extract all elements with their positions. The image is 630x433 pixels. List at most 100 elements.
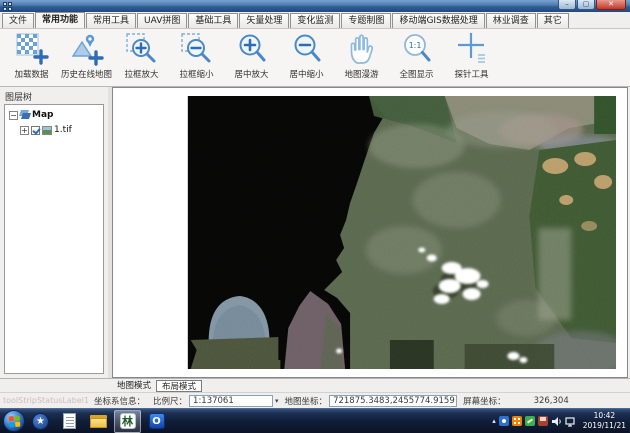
app-window: – ▢ ✕ 文件 常用功能 常用工具 UAV拼图 基础工具 矢量处理 变化监测 … [0,0,630,433]
tab-uav-mosaic[interactable]: UAV拼图 [137,13,187,28]
layout-mode-tab[interactable]: 布局模式 [156,380,202,392]
window-controls: – ▢ ✕ [558,0,626,10]
menu-tab-bar: 文件 常用功能 常用工具 UAV拼图 基础工具 矢量处理 变化监测 专题制图 移… [0,12,630,29]
load-data-button[interactable]: 加载数据 [4,31,59,83]
tab-other[interactable]: 其它 [537,13,569,28]
full-extent-button[interactable]: 1:1 全图显示 [389,31,444,83]
tab-common-tools[interactable]: 常用工具 [86,13,136,28]
svg-text:1:1: 1:1 [408,41,421,50]
magnifier-minus-icon [289,31,325,67]
tray-flag-app-icon[interactable] [538,416,548,426]
tab-mobile-gis-data[interactable]: 移动端GIS数据处理 [392,13,484,28]
tool-label: 探针工具 [454,68,488,80]
tab-change-monitoring[interactable]: 变化监测 [290,13,340,28]
star-app-icon: ★ [32,413,49,430]
clock-date: 2019/11/21 [583,421,626,431]
windows-logo-icon [9,416,21,428]
tab-basic-tools[interactable]: 基础工具 [188,13,238,28]
pan-hand-icon [344,31,380,67]
tray-expand-icon[interactable]: ▴ [492,417,496,425]
box-zoom-out-button[interactable]: 拉框缩小 [169,31,224,83]
tree-node-map[interactable]: − Map [5,108,103,122]
center-zoom-in-button[interactable]: 居中放大 [224,31,279,83]
collapse-toggle-icon[interactable]: − [9,111,18,120]
dashed-box-zoom-out-icon [179,31,215,67]
scale-dropdown-icon[interactable]: ▾ [275,397,279,405]
taskbar-o-app[interactable]: O [143,410,170,433]
expand-toggle-icon[interactable]: + [20,126,29,135]
tool-label: 历史在线地图 [61,68,112,80]
title-bar[interactable]: – ▢ ✕ [0,0,630,12]
main-area: 图层树 − Map + 1.tif [0,87,630,378]
windows-taskbar: ★ 林 O ▴ [0,408,630,433]
tree-node-label: 1.tif [54,125,72,135]
speaker-icon[interactable] [551,416,562,427]
probe-tool-button[interactable]: 探针工具 [444,31,499,83]
forestry-app-icon: 林 [120,413,136,429]
box-zoom-in-button[interactable]: 拉框放大 [114,31,169,83]
tab-vector-processing[interactable]: 矢量处理 [239,13,289,28]
tool-label: 全图显示 [399,68,433,80]
close-button[interactable]: ✕ [596,0,626,10]
load-data-grid-plus-icon [14,31,50,67]
coord-system-label: 坐标系信息： [94,395,145,407]
layer-tree[interactable]: − Map + 1.tif [4,104,104,374]
screen-coord-value: 326,304 [534,396,569,406]
main-toolbar: 加载数据 历史在线地图 拉框放大 [0,29,630,87]
system-tray: ▴ 10:42 2019/11/21 [492,411,630,431]
layer-panel: 图层树 − Map + 1.tif [0,87,108,378]
magnifier-1to1-icon: 1:1 [399,31,435,67]
map-canvas[interactable] [112,87,628,378]
tray-orange-grid-app-icon[interactable] [512,416,522,426]
map-pan-button[interactable]: 地图漫游 [334,31,389,83]
layer-panel-title: 图层树 [0,87,108,105]
o-app-icon: O [149,413,165,429]
tree-node-raster[interactable]: + 1.tif [5,123,103,137]
map-layers-icon [20,110,30,120]
screen-coord-label: 屏幕坐标： [463,395,506,407]
status-bar: toolStripStatusLabel1 坐标系信息： 比例尺： 1:1370… [0,392,630,408]
tool-label: 居中放大 [234,68,268,80]
tray-green-app-icon[interactable] [525,416,535,426]
tray-blue-app-icon[interactable] [499,416,509,426]
app-logo-icon [3,2,12,11]
center-zoom-out-button[interactable]: 居中缩小 [279,31,334,83]
tab-forestry-survey[interactable]: 林业调查 [486,13,536,28]
scale-label: 比例尺： [153,395,187,407]
tab-thematic-mapping[interactable]: 专题制图 [341,13,391,28]
tab-common-functions[interactable]: 常用功能 [35,12,85,28]
tool-label: 拉框放大 [124,68,158,80]
map-mode-tab[interactable]: 地图模式 [112,380,156,392]
map-coord-label: 地图坐标： [285,395,328,407]
map-coord-value: 721875.3483,2455774.9159 [329,395,457,407]
taskbar-forestry-gis-app[interactable]: 林 [114,410,141,433]
magnifier-plus-icon [234,31,270,67]
network-icon[interactable] [565,416,577,427]
tool-label: 居中缩小 [289,68,323,80]
tool-label: 地图漫游 [344,68,378,80]
scale-combobox[interactable]: 1:137061 [189,395,273,407]
map-pin-plus-icon [69,31,105,67]
crosshair-probe-icon [454,31,490,67]
tree-node-label: Map [32,110,53,120]
tool-label: 加载数据 [14,68,48,80]
raster-thumbnail-icon [42,126,52,135]
taskbar-clock[interactable]: 10:42 2019/11/21 [583,411,626,431]
satellite-map-view [113,88,627,377]
tab-file[interactable]: 文件 [2,13,34,28]
history-online-map-button[interactable]: 历史在线地图 [59,31,114,83]
debug-status-label: toolStripStatusLabel1 [0,396,88,405]
taskbar-notepad-app[interactable] [56,410,83,433]
layer-visibility-checkbox[interactable] [31,126,40,135]
view-mode-tabs: 地图模式 布局模式 [0,378,630,392]
taskbar-star-app[interactable]: ★ [27,410,54,433]
folder-icon [90,415,107,428]
minimize-button[interactable]: – [558,0,576,10]
dashed-box-zoom-in-icon [124,31,160,67]
clock-time: 10:42 [583,411,626,421]
tool-label: 拉框缩小 [179,68,213,80]
notepad-icon [63,413,76,429]
start-button[interactable] [3,410,25,432]
taskbar-explorer-app[interactable] [85,410,112,433]
maximize-button[interactable]: ▢ [577,0,595,10]
